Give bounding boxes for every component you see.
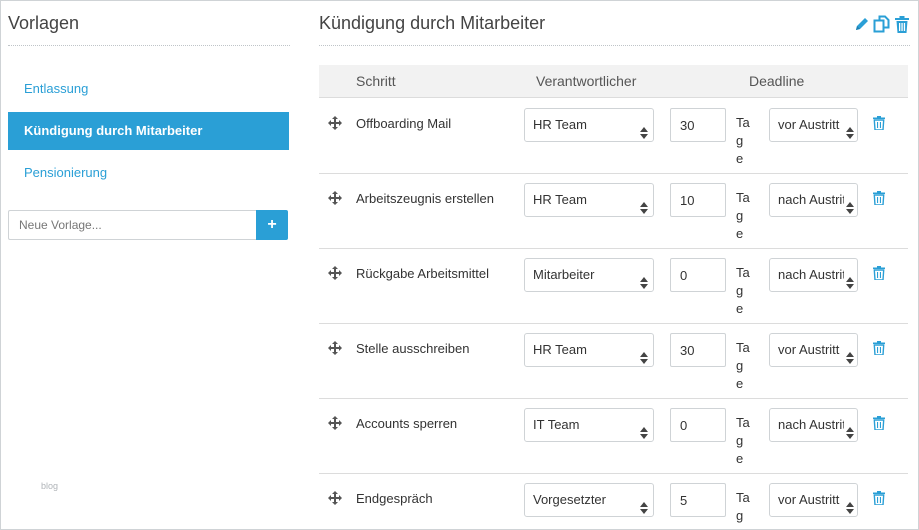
sidebar-title: Vorlagen	[8, 13, 80, 33]
page-title: Kündigung durch Mitarbeiter	[319, 13, 546, 33]
timing-select-value: vor Austritt	[778, 117, 840, 132]
owner-select[interactable]: IT Team	[524, 408, 654, 442]
select-arrows-icon	[846, 494, 854, 514]
column-owner: Verantwortlicher	[536, 73, 637, 89]
select-arrows-icon	[640, 194, 648, 214]
days-unit-label: Tage	[736, 265, 750, 316]
delete-step-icon[interactable]	[873, 341, 885, 356]
pencil-icon[interactable]	[853, 14, 870, 34]
footer-label: blog	[41, 481, 59, 491]
timing-select-value: nach Austritt	[778, 192, 844, 207]
select-arrows-icon	[640, 269, 648, 289]
template-item-kuendigung[interactable]: Kündigung durch Mitarbeiter	[8, 112, 289, 150]
table-row: Rückgabe Arbeitsmittel Mitarbeiter Tage nac…	[319, 249, 908, 324]
select-arrows-icon	[640, 344, 648, 364]
days-unit-label: Tage	[736, 490, 750, 530]
copy-icon[interactable]	[873, 14, 890, 34]
days-unit-label: Tage	[736, 190, 750, 241]
drag-handle-icon[interactable]	[328, 266, 342, 280]
select-arrows-icon	[846, 344, 854, 364]
add-template-button[interactable]: +	[256, 210, 288, 240]
title-actions	[853, 14, 910, 34]
days-unit-label: Tage	[736, 415, 750, 466]
step-name: Arbeitszeugnis erstellen	[356, 191, 495, 206]
delete-step-icon[interactable]	[873, 491, 885, 506]
days-input[interactable]	[670, 483, 726, 517]
delete-step-icon[interactable]	[873, 416, 885, 431]
days-input[interactable]	[670, 258, 726, 292]
owner-select-value: IT Team	[533, 417, 580, 432]
template-item-pensionierung[interactable]: Pensionierung	[8, 154, 289, 192]
templates-sidebar: Vorlagen Entlassung Kündigung durch Mita…	[1, 1, 299, 530]
title-divider	[319, 45, 910, 46]
sidebar-divider	[8, 45, 290, 46]
owner-select[interactable]: Vorgesetzter	[524, 483, 654, 517]
drag-handle-icon[interactable]	[328, 116, 342, 130]
table-row: Stelle ausschreiben HR Team Tage vor Austri…	[319, 324, 908, 399]
timing-select[interactable]: vor Austritt	[769, 108, 858, 142]
owner-select[interactable]: HR Team	[524, 333, 654, 367]
table-row: Endgespräch Vorgesetzter Tage vor Austritt	[319, 474, 908, 530]
owner-select-value: HR Team	[533, 342, 587, 357]
timing-select[interactable]: vor Austritt	[769, 483, 858, 517]
step-name: Accounts sperren	[356, 416, 458, 431]
column-step: Schritt	[356, 73, 396, 89]
column-deadline: Deadline	[749, 73, 805, 89]
timing-select[interactable]: nach Austritt	[769, 183, 858, 217]
days-unit-label: Tage	[736, 340, 750, 391]
select-arrows-icon	[640, 494, 648, 514]
step-name: Stelle ausschreiben	[356, 341, 470, 356]
delete-step-icon[interactable]	[873, 191, 885, 206]
template-item-entlassung[interactable]: Entlassung	[8, 70, 289, 108]
timing-select-value: nach Austritt	[778, 417, 844, 432]
owner-select[interactable]: HR Team	[524, 108, 654, 142]
days-input[interactable]	[670, 408, 726, 442]
timing-select[interactable]: nach Austritt	[769, 258, 858, 292]
timing-select-value: vor Austritt	[778, 492, 840, 507]
select-arrows-icon	[640, 119, 648, 139]
delete-template-icon[interactable]	[893, 14, 910, 34]
owner-select-value: Vorgesetzter	[533, 492, 606, 507]
delete-step-icon[interactable]	[873, 116, 885, 131]
table-header: Schritt Verantwortlicher Deadline	[319, 65, 908, 98]
step-name: Rückgabe Arbeitsmittel	[356, 266, 489, 281]
owner-select-value: HR Team	[533, 117, 587, 132]
new-template-input[interactable]	[8, 210, 256, 240]
step-name: Endgespräch	[356, 491, 433, 506]
days-input[interactable]	[670, 108, 726, 142]
select-arrows-icon	[640, 419, 648, 439]
timing-select[interactable]: vor Austritt	[769, 333, 858, 367]
owner-select[interactable]: Mitarbeiter	[524, 258, 654, 292]
owner-select-value: HR Team	[533, 192, 587, 207]
timing-select[interactable]: nach Austritt	[769, 408, 858, 442]
owner-select-value: Mitarbeiter	[533, 267, 595, 282]
drag-handle-icon[interactable]	[328, 191, 342, 205]
drag-handle-icon[interactable]	[328, 341, 342, 355]
select-arrows-icon	[846, 419, 854, 439]
template-detail: Kündigung durch Mitarbeiter Schritt Vera…	[309, 1, 919, 530]
drag-handle-icon[interactable]	[328, 416, 342, 430]
delete-step-icon[interactable]	[873, 266, 885, 281]
owner-select[interactable]: HR Team	[524, 183, 654, 217]
drag-handle-icon[interactable]	[328, 491, 342, 505]
days-input[interactable]	[670, 333, 726, 367]
table-row: Arbeitszeugnis erstellen HR Team Tage nach …	[319, 174, 908, 249]
select-arrows-icon	[846, 194, 854, 214]
step-name: Offboarding Mail	[356, 116, 452, 131]
days-unit-label: Tage	[736, 115, 750, 166]
timing-select-value: nach Austritt	[778, 267, 844, 282]
select-arrows-icon	[846, 269, 854, 289]
days-input[interactable]	[670, 183, 726, 217]
timing-select-value: vor Austritt	[778, 342, 840, 357]
table-row: Offboarding Mail HR Team Tage vor Austritt	[319, 99, 908, 174]
select-arrows-icon	[846, 119, 854, 139]
table-row: Accounts sperren IT Team Tage nach Austritt	[319, 399, 908, 474]
